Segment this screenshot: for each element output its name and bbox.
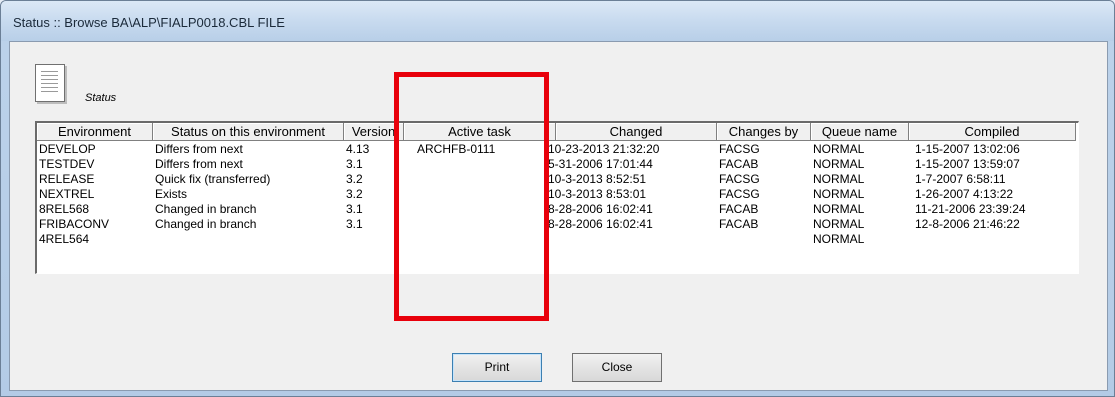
cell-environment: NEXTREL <box>39 187 95 201</box>
title-bar[interactable]: Status :: Browse BA\ALP\FIALP0018.CBL FI… <box>1 1 1114 41</box>
cell-changes-by: FACSG <box>719 142 760 156</box>
status-window: Status :: Browse BA\ALP\FIALP0018.CBL FI… <box>0 0 1115 397</box>
print-button[interactable]: Print <box>452 353 542 382</box>
cell-queue-name: NORMAL <box>813 217 865 231</box>
cell-environment: 4REL564 <box>39 232 90 246</box>
cell-changed: 8-28-2006 16:02:41 <box>548 217 653 231</box>
cell-queue-name: NORMAL <box>813 187 865 201</box>
cell-changes-by: FACSG <box>719 172 760 186</box>
cell-version: 3.1 <box>346 217 363 231</box>
cell-queue-name: NORMAL <box>813 157 865 171</box>
cell-version: 3.1 <box>346 202 363 216</box>
cell-status: Changed in branch <box>155 217 257 231</box>
cell-status: Changed in branch <box>155 202 257 216</box>
cell-environment: DEVELOP <box>39 142 96 156</box>
cell-version: 3.2 <box>346 187 363 201</box>
cell-compiled: 1-15-2007 13:02:06 <box>915 142 1020 156</box>
cell-status: Quick fix (transferred) <box>155 172 271 186</box>
red-highlight-box <box>394 72 549 321</box>
status-table[interactable]: Environment Status on this environment V… <box>35 121 1079 274</box>
status-section-label: Status <box>85 92 117 104</box>
cell-queue-name: NORMAL <box>813 172 865 186</box>
cell-changed: 10-23-2013 21:32:20 <box>548 142 660 156</box>
cell-environment: TESTDEV <box>39 157 95 171</box>
cell-queue-name: NORMAL <box>813 142 865 156</box>
cell-changes-by: FACAB <box>719 157 759 171</box>
col-header-changes-by[interactable]: Changes by <box>717 123 811 141</box>
cell-queue-name: NORMAL <box>813 232 865 246</box>
cell-changes-by: FACAB <box>719 217 759 231</box>
cell-compiled: 11-21-2006 23:39:24 <box>915 202 1026 216</box>
cell-changes-by: FACSG <box>719 187 760 201</box>
cell-version: 4.13 <box>346 142 370 156</box>
col-header-compiled[interactable]: Compiled <box>909 123 1076 141</box>
cell-compiled: 1-15-2007 13:59:07 <box>915 157 1020 171</box>
cell-changed: 5-31-2006 17:01:44 <box>548 157 653 171</box>
cell-changed: 10-3-2013 8:53:01 <box>548 187 647 201</box>
col-header-status[interactable]: Status on this environment <box>153 123 344 141</box>
cell-version: 3.2 <box>346 172 363 186</box>
cell-changed: 10-3-2013 8:52:51 <box>548 172 647 186</box>
cell-environment: RELEASE <box>39 172 95 186</box>
cell-environment: 8REL568 <box>39 202 90 216</box>
cell-status: Differs from next <box>155 157 243 171</box>
cell-queue-name: NORMAL <box>813 202 865 216</box>
close-button[interactable]: Close <box>572 353 662 382</box>
cell-version: 3.1 <box>346 157 363 171</box>
cell-environment: FRIBACONV <box>39 217 110 231</box>
cell-changes-by: FACAB <box>719 202 759 216</box>
dialog-client-area: Status Environment Status on this enviro… <box>9 41 1108 391</box>
col-header-environment[interactable]: Environment <box>37 123 153 141</box>
cell-status: Exists <box>155 187 188 201</box>
col-header-queue-name[interactable]: Queue name <box>811 123 909 141</box>
cell-status: Differs from next <box>155 142 243 156</box>
cell-compiled: 1-7-2007 6:58:11 <box>915 172 1006 186</box>
cell-compiled: 12-8-2006 21:46:22 <box>915 217 1020 231</box>
window-title: Status :: Browse BA\ALP\FIALP0018.CBL FI… <box>13 15 285 30</box>
document-icon <box>35 64 65 102</box>
col-header-changed[interactable]: Changed <box>556 123 717 141</box>
cell-changed: 8-28-2006 16:02:41 <box>548 202 653 216</box>
cell-compiled: 1-26-2007 4:13:22 <box>915 187 1014 201</box>
